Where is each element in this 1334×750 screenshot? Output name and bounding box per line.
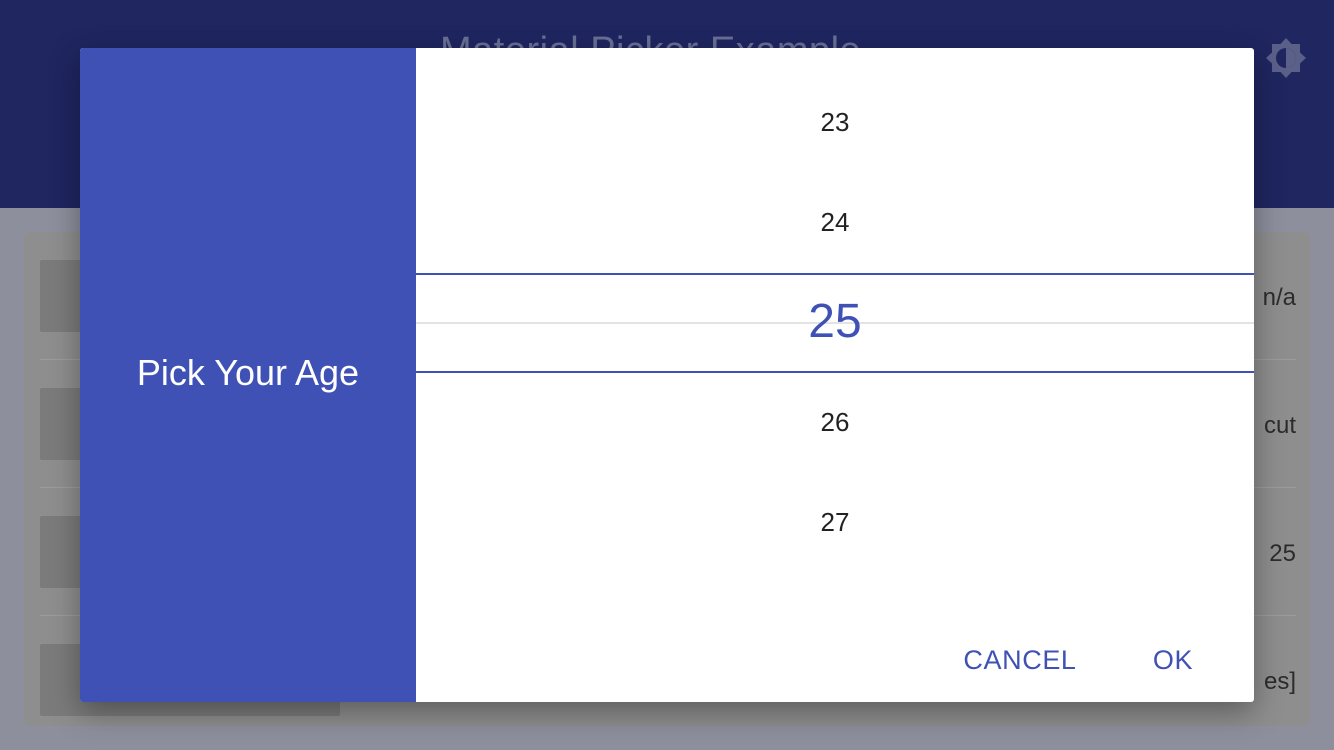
picker-option[interactable]: 27 xyxy=(416,472,1254,572)
dialog-header: Pick Your Age xyxy=(80,48,416,702)
app-root: Material Picker Example n/a cut 25 xyxy=(0,0,1334,750)
dialog-actions: CANCEL OK xyxy=(416,618,1254,702)
number-picker[interactable]: 23 24 25 26 27 xyxy=(416,48,1254,618)
picker-option[interactable]: 26 xyxy=(416,372,1254,472)
picker-selected-value[interactable]: 25 xyxy=(416,272,1254,372)
picker-option[interactable]: 23 xyxy=(416,72,1254,172)
age-picker-dialog: Pick Your Age 23 24 25 26 27 CANCEL OK xyxy=(80,48,1254,702)
ok-button[interactable]: OK xyxy=(1138,632,1208,688)
cancel-button[interactable]: CANCEL xyxy=(950,632,1090,688)
picker-option[interactable]: 24 xyxy=(416,172,1254,272)
dialog-title: Pick Your Age xyxy=(136,352,360,393)
